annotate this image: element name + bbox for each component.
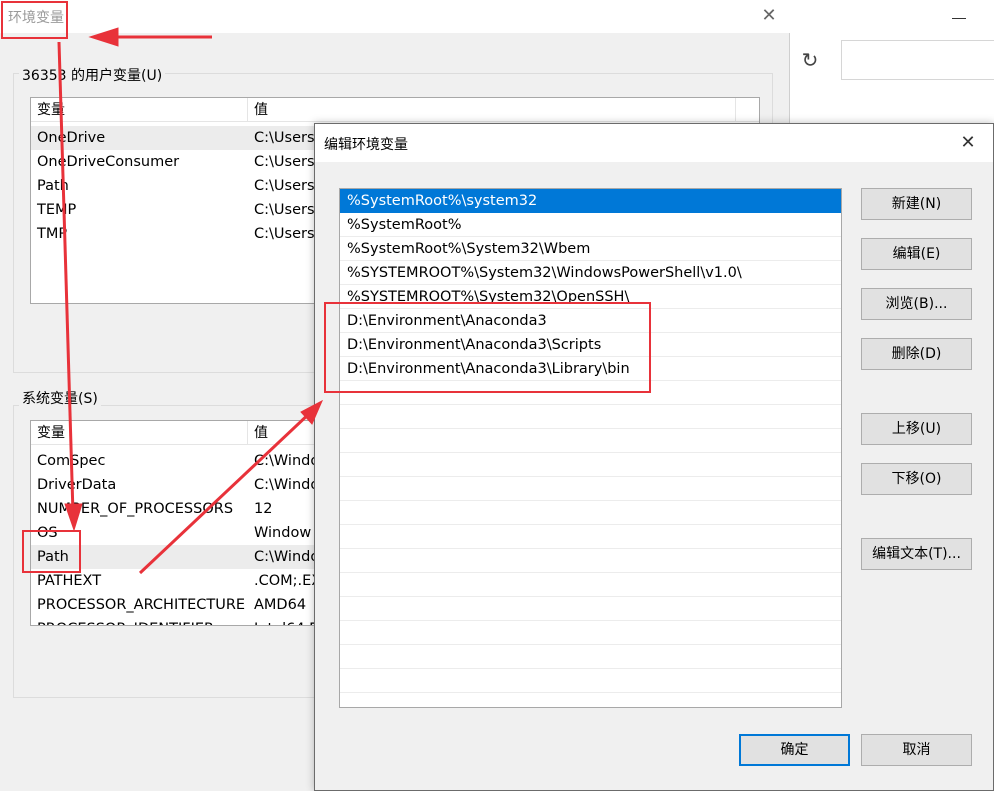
var-value: C:\Users bbox=[254, 130, 315, 146]
empty-row[interactable] bbox=[340, 597, 841, 621]
browse-button[interactable]: 浏览(B)... bbox=[861, 288, 972, 320]
close-icon[interactable]: ✕ bbox=[758, 4, 780, 28]
empty-row[interactable] bbox=[340, 453, 841, 477]
var-value: AMD64 bbox=[254, 597, 307, 613]
var-name: Path bbox=[37, 178, 69, 194]
empty-row[interactable] bbox=[340, 405, 841, 429]
empty-row[interactable] bbox=[340, 621, 841, 645]
var-value: .COM;.EX bbox=[254, 573, 322, 589]
annotation-anaconda-box bbox=[324, 302, 651, 393]
var-name: OneDrive bbox=[37, 130, 106, 146]
var-name: OneDriveConsumer bbox=[37, 154, 180, 170]
path-list[interactable]: %SystemRoot%\system32 %SystemRoot% %Syst… bbox=[339, 188, 842, 708]
var-value: C:\Windo bbox=[254, 477, 320, 493]
var-value: 12 bbox=[254, 501, 273, 517]
new-button[interactable]: 新建(N) bbox=[861, 188, 972, 220]
minimize-icon[interactable] bbox=[952, 18, 966, 19]
var-name: DriverData bbox=[37, 477, 117, 493]
annotation-path-box bbox=[22, 530, 81, 573]
var-name: TEMP bbox=[37, 202, 77, 218]
ok-button[interactable]: 确定 bbox=[739, 734, 850, 766]
path-item[interactable]: %SystemRoot% bbox=[340, 213, 841, 237]
empty-row[interactable] bbox=[340, 669, 841, 693]
empty-row[interactable] bbox=[340, 501, 841, 525]
var-value: Window bbox=[254, 525, 312, 541]
edit-button[interactable]: 编辑(E) bbox=[861, 238, 972, 270]
system-variables-label: 系统变量(S) bbox=[19, 388, 101, 408]
move-down-button[interactable]: 下移(O) bbox=[861, 463, 972, 495]
var-name: NUMBER_OF_PROCESSORS bbox=[37, 501, 234, 517]
close-icon[interactable]: ✕ bbox=[955, 131, 981, 155]
empty-row[interactable] bbox=[340, 549, 841, 573]
var-name: TMP bbox=[37, 226, 68, 242]
var-name: PROCESSOR_IDENTIFIER bbox=[37, 617, 214, 625]
edit-text-button[interactable]: 编辑文本(T)... bbox=[861, 538, 972, 570]
column-value[interactable]: 值 bbox=[248, 98, 736, 122]
empty-row[interactable] bbox=[340, 477, 841, 501]
delete-button[interactable]: 删除(D) bbox=[861, 338, 972, 370]
var-value: C:\Windo bbox=[254, 549, 320, 565]
path-item[interactable]: %SystemRoot%\System32\Wbem bbox=[340, 237, 841, 261]
cancel-button[interactable]: 取消 bbox=[861, 734, 972, 766]
column-variable[interactable]: 变量 bbox=[31, 421, 248, 445]
dialog-title: 编辑环境变量 bbox=[324, 137, 408, 153]
address-bar[interactable] bbox=[841, 40, 994, 80]
empty-row[interactable] bbox=[340, 429, 841, 453]
user-variables-label: 36353 的用户变量(U) bbox=[19, 65, 166, 85]
column-variable[interactable]: 变量 bbox=[31, 98, 248, 122]
user-list-header: 变量 值 bbox=[31, 98, 759, 122]
var-name: PROCESSOR_ARCHITECTURE bbox=[37, 597, 246, 613]
path-item[interactable]: %SystemRoot%\system32 bbox=[340, 189, 841, 213]
var-name: ComSpec bbox=[37, 453, 106, 469]
env-titlebar: 环境变量 ✕ bbox=[0, 0, 790, 33]
refresh-icon[interactable]: ↻ bbox=[792, 42, 828, 78]
path-item[interactable]: %SYSTEMROOT%\System32\WindowsPowerShell\… bbox=[340, 261, 841, 285]
empty-row[interactable] bbox=[340, 525, 841, 549]
empty-row[interactable] bbox=[340, 645, 841, 669]
empty-row[interactable] bbox=[340, 573, 841, 597]
var-value: C:\Users bbox=[254, 226, 315, 242]
var-value: Intel64 F bbox=[254, 617, 318, 625]
dialog-titlebar: 编辑环境变量 ✕ bbox=[315, 124, 993, 162]
move-up-button[interactable]: 上移(U) bbox=[861, 413, 972, 445]
var-value: C:\Users bbox=[254, 178, 315, 194]
var-value: C:\Users bbox=[254, 202, 315, 218]
var-value: C:\Users bbox=[254, 154, 315, 170]
annotation-title-box bbox=[1, 1, 68, 39]
var-value: C:\Windo bbox=[254, 453, 320, 469]
edit-environment-variable-dialog: 编辑环境变量 ✕ %SystemRoot%\system32 %SystemRo… bbox=[314, 123, 994, 791]
